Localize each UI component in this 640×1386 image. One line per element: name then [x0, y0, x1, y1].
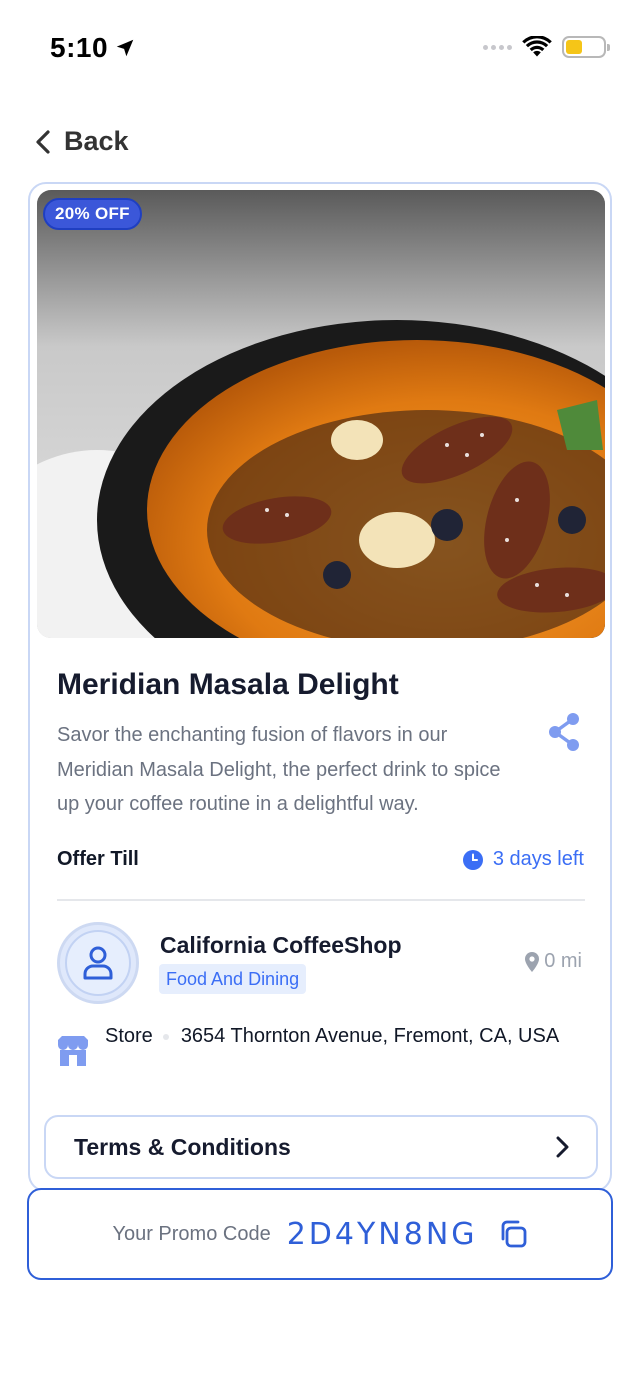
store-avatar — [57, 922, 139, 1004]
discount-badge: 20% OFF — [43, 198, 142, 230]
divider — [57, 899, 585, 901]
promo-code-bar: Your Promo Code 2D4YN8NG — [27, 1188, 613, 1280]
back-button[interactable]: Back — [34, 126, 129, 157]
distance: 0 mi — [524, 950, 582, 973]
offer-image: 20% OFF — [37, 190, 605, 638]
days-left-text: 3 days left — [492, 848, 584, 870]
share-icon[interactable] — [546, 712, 582, 752]
copy-icon[interactable] — [498, 1219, 528, 1249]
store-address-row: Store 3654 Thornton Avenue, Fremont, CA, … — [57, 1024, 587, 1066]
store-name: California CoffeeShop — [160, 932, 402, 958]
status-time: 5:10 — [50, 32, 136, 64]
map-pin-icon — [525, 951, 540, 972]
days-left: 3 days left — [462, 848, 584, 871]
separator-dot — [162, 1033, 169, 1040]
storefront-icon — [58, 1036, 88, 1066]
store-address: 3654 Thornton Avenue, Fremont, CA, USA — [180, 1025, 560, 1047]
category-tag: Food And Dining — [159, 964, 307, 994]
location-arrow-icon — [116, 39, 134, 57]
offer-till-label: Offer Till — [57, 848, 139, 870]
battery-icon — [562, 36, 610, 58]
user-icon — [83, 946, 113, 980]
offer-title: Meridian Masala Delight — [57, 668, 399, 701]
terms-conditions-button[interactable]: Terms & Conditions — [44, 1115, 598, 1179]
chevron-right-icon — [556, 1136, 569, 1158]
offer-card: 20% OFF Meridian Masala Delight Savor th… — [28, 182, 612, 1192]
offer-description: Savor the enchanting fusion of flavors i… — [57, 724, 501, 815]
promo-code[interactable]: 2D4YN8NG — [287, 1217, 478, 1252]
distance-text: 0 mi — [544, 950, 582, 972]
back-label: Back — [64, 126, 129, 156]
wifi-icon — [522, 36, 552, 57]
chevron-left-icon — [36, 129, 50, 154]
status-icons — [483, 36, 610, 58]
clock-icon — [462, 849, 483, 870]
store-type: Store — [105, 1025, 153, 1047]
cellular-signal-icon — [483, 44, 512, 50]
status-time-text: 5:10 — [50, 32, 109, 63]
status-bar: 5:10 — [0, 0, 640, 100]
promo-label: Your Promo Code — [112, 1222, 271, 1245]
terms-label: Terms & Conditions — [74, 1133, 291, 1160]
